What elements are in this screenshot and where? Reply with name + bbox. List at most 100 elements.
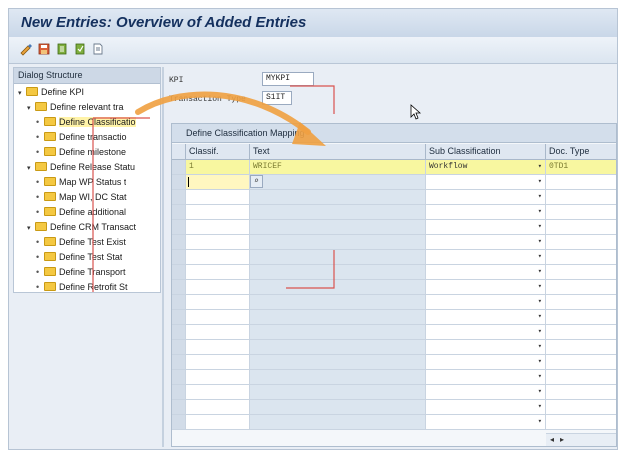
sub-classification-cell[interactable]: ▾ [426,400,546,414]
classif-cell[interactable] [186,325,250,339]
expand-arrow-icon[interactable]: ▾ [27,102,35,114]
row-selector[interactable] [172,280,186,294]
pane-separator[interactable] [162,67,164,447]
tree-node[interactable]: ▾ Define Release Statu [27,160,135,174]
tree-node[interactable]: • Map WP Status t [36,175,126,189]
row-selector[interactable] [172,295,186,309]
doc-type-cell[interactable]: 0TD1 [546,160,616,174]
text-cell[interactable] [250,235,426,249]
row-selector[interactable] [172,340,186,354]
row-selector[interactable] [172,355,186,369]
tree-node[interactable]: • Define Classificatio [36,115,136,129]
dropdown-arrow-icon[interactable]: ▾ [538,370,542,384]
row-selector[interactable] [172,310,186,324]
doc-type-cell[interactable] [546,325,616,339]
sub-classification-cell[interactable]: ▾ [426,250,546,264]
row-selector[interactable] [172,235,186,249]
sub-classification-cell[interactable]: ▾ [426,370,546,384]
sub-classification-cell[interactable]: ▾ [426,205,546,219]
kpi-field[interactable]: MYKPI [262,72,314,86]
display-change-icon[interactable] [19,42,33,56]
classif-cell[interactable] [186,250,250,264]
text-cell[interactable] [250,325,426,339]
tree-node[interactable]: • Define transactio [36,130,127,144]
doc-type-cell[interactable] [546,310,616,324]
sub-classification-cell[interactable]: ▾ [426,175,546,189]
dropdown-arrow-icon[interactable]: ▾ [538,235,542,249]
tree-node[interactable]: • Map WI, DC Stat [36,190,127,204]
text-cell[interactable] [250,400,426,414]
sub-classification-cell[interactable]: ▾ [426,295,546,309]
doc-type-cell[interactable] [546,340,616,354]
classif-cell[interactable] [186,310,250,324]
tree-node[interactable]: • Define Test Exist [36,235,126,249]
doc-type-cell[interactable] [546,385,616,399]
save-icon[interactable] [37,42,51,56]
doc-type-cell[interactable] [546,190,616,204]
dropdown-arrow-icon[interactable]: ▾ [538,175,542,189]
dropdown-arrow-icon[interactable]: ▾ [538,310,542,324]
dropdown-arrow-icon[interactable]: ▾ [538,220,542,234]
row-selector[interactable] [172,370,186,384]
search-help-icon[interactable]: ⌕ [250,175,263,188]
sub-classification-cell[interactable]: ▾ [426,235,546,249]
sub-classification-cell[interactable]: ▾ [426,265,546,279]
dropdown-arrow-icon[interactable]: ▾ [538,280,542,294]
document-icon[interactable] [91,42,105,56]
sub-classification-cell[interactable]: ▾ [426,355,546,369]
classif-cell[interactable] [186,190,250,204]
sub-classification-cell[interactable]: ▾ [426,220,546,234]
text-cell[interactable] [250,355,426,369]
dropdown-arrow-icon[interactable]: ▾ [538,355,542,369]
dropdown-arrow-icon[interactable]: ▾ [538,250,542,264]
doc-type-cell[interactable] [546,415,616,429]
tree-node[interactable]: ▾ Define CRM Transact [27,220,136,234]
text-cell[interactable] [250,190,426,204]
text-cell[interactable] [250,340,426,354]
dropdown-arrow-icon[interactable]: ▾ [538,325,542,339]
classif-cell[interactable] [186,385,250,399]
sub-classification-cell[interactable]: Workflow ▾ [426,160,546,174]
doc-type-cell[interactable] [546,175,616,189]
dropdown-arrow-icon[interactable]: ▾ [538,340,542,354]
row-selector[interactable] [172,205,186,219]
row-selector-header[interactable] [172,144,186,159]
text-cell[interactable] [250,415,426,429]
text-cell[interactable] [250,295,426,309]
row-selector[interactable] [172,220,186,234]
column-header-text[interactable]: Text [250,144,426,159]
doc-type-cell[interactable] [546,235,616,249]
doc-type-cell[interactable] [546,295,616,309]
text-cell[interactable]: ⌕ [250,175,426,189]
expand-arrow-icon[interactable]: ▾ [27,222,35,234]
classif-cell[interactable] [186,415,250,429]
dropdown-arrow-icon[interactable]: ▾ [538,295,542,309]
doc-type-cell[interactable] [546,355,616,369]
sub-classification-cell[interactable]: ▾ [426,340,546,354]
row-selector[interactable] [172,265,186,279]
column-header-doc-type[interactable]: Doc. Type [546,144,616,159]
row-selector[interactable] [172,325,186,339]
classif-cell[interactable] [186,235,250,249]
row-selector[interactable] [172,250,186,264]
tree-node[interactable]: • Define Transport [36,265,126,279]
doc-type-cell[interactable] [546,220,616,234]
sub-classification-cell[interactable]: ▾ [426,280,546,294]
classif-cell[interactable] [186,400,250,414]
tree-node[interactable]: ▾ Define KPI [18,85,84,99]
column-header-sub-classification[interactable]: Sub Classification [426,144,546,159]
dropdown-arrow-icon[interactable]: ▾ [538,385,542,399]
text-cell[interactable] [250,265,426,279]
sub-classification-cell[interactable]: ▾ [426,415,546,429]
row-selector[interactable] [172,190,186,204]
row-selector[interactable] [172,175,186,189]
row-selector[interactable] [172,415,186,429]
sub-classification-cell[interactable]: ▾ [426,310,546,324]
column-header-classif[interactable]: Classif. [186,144,250,159]
doc-type-cell[interactable] [546,400,616,414]
sub-classification-cell[interactable]: ▾ [426,325,546,339]
dropdown-arrow-icon[interactable]: ▾ [538,190,542,204]
classif-cell[interactable] [186,340,250,354]
classif-cell[interactable] [186,265,250,279]
tree-node[interactable]: • Define milestone [36,145,126,159]
